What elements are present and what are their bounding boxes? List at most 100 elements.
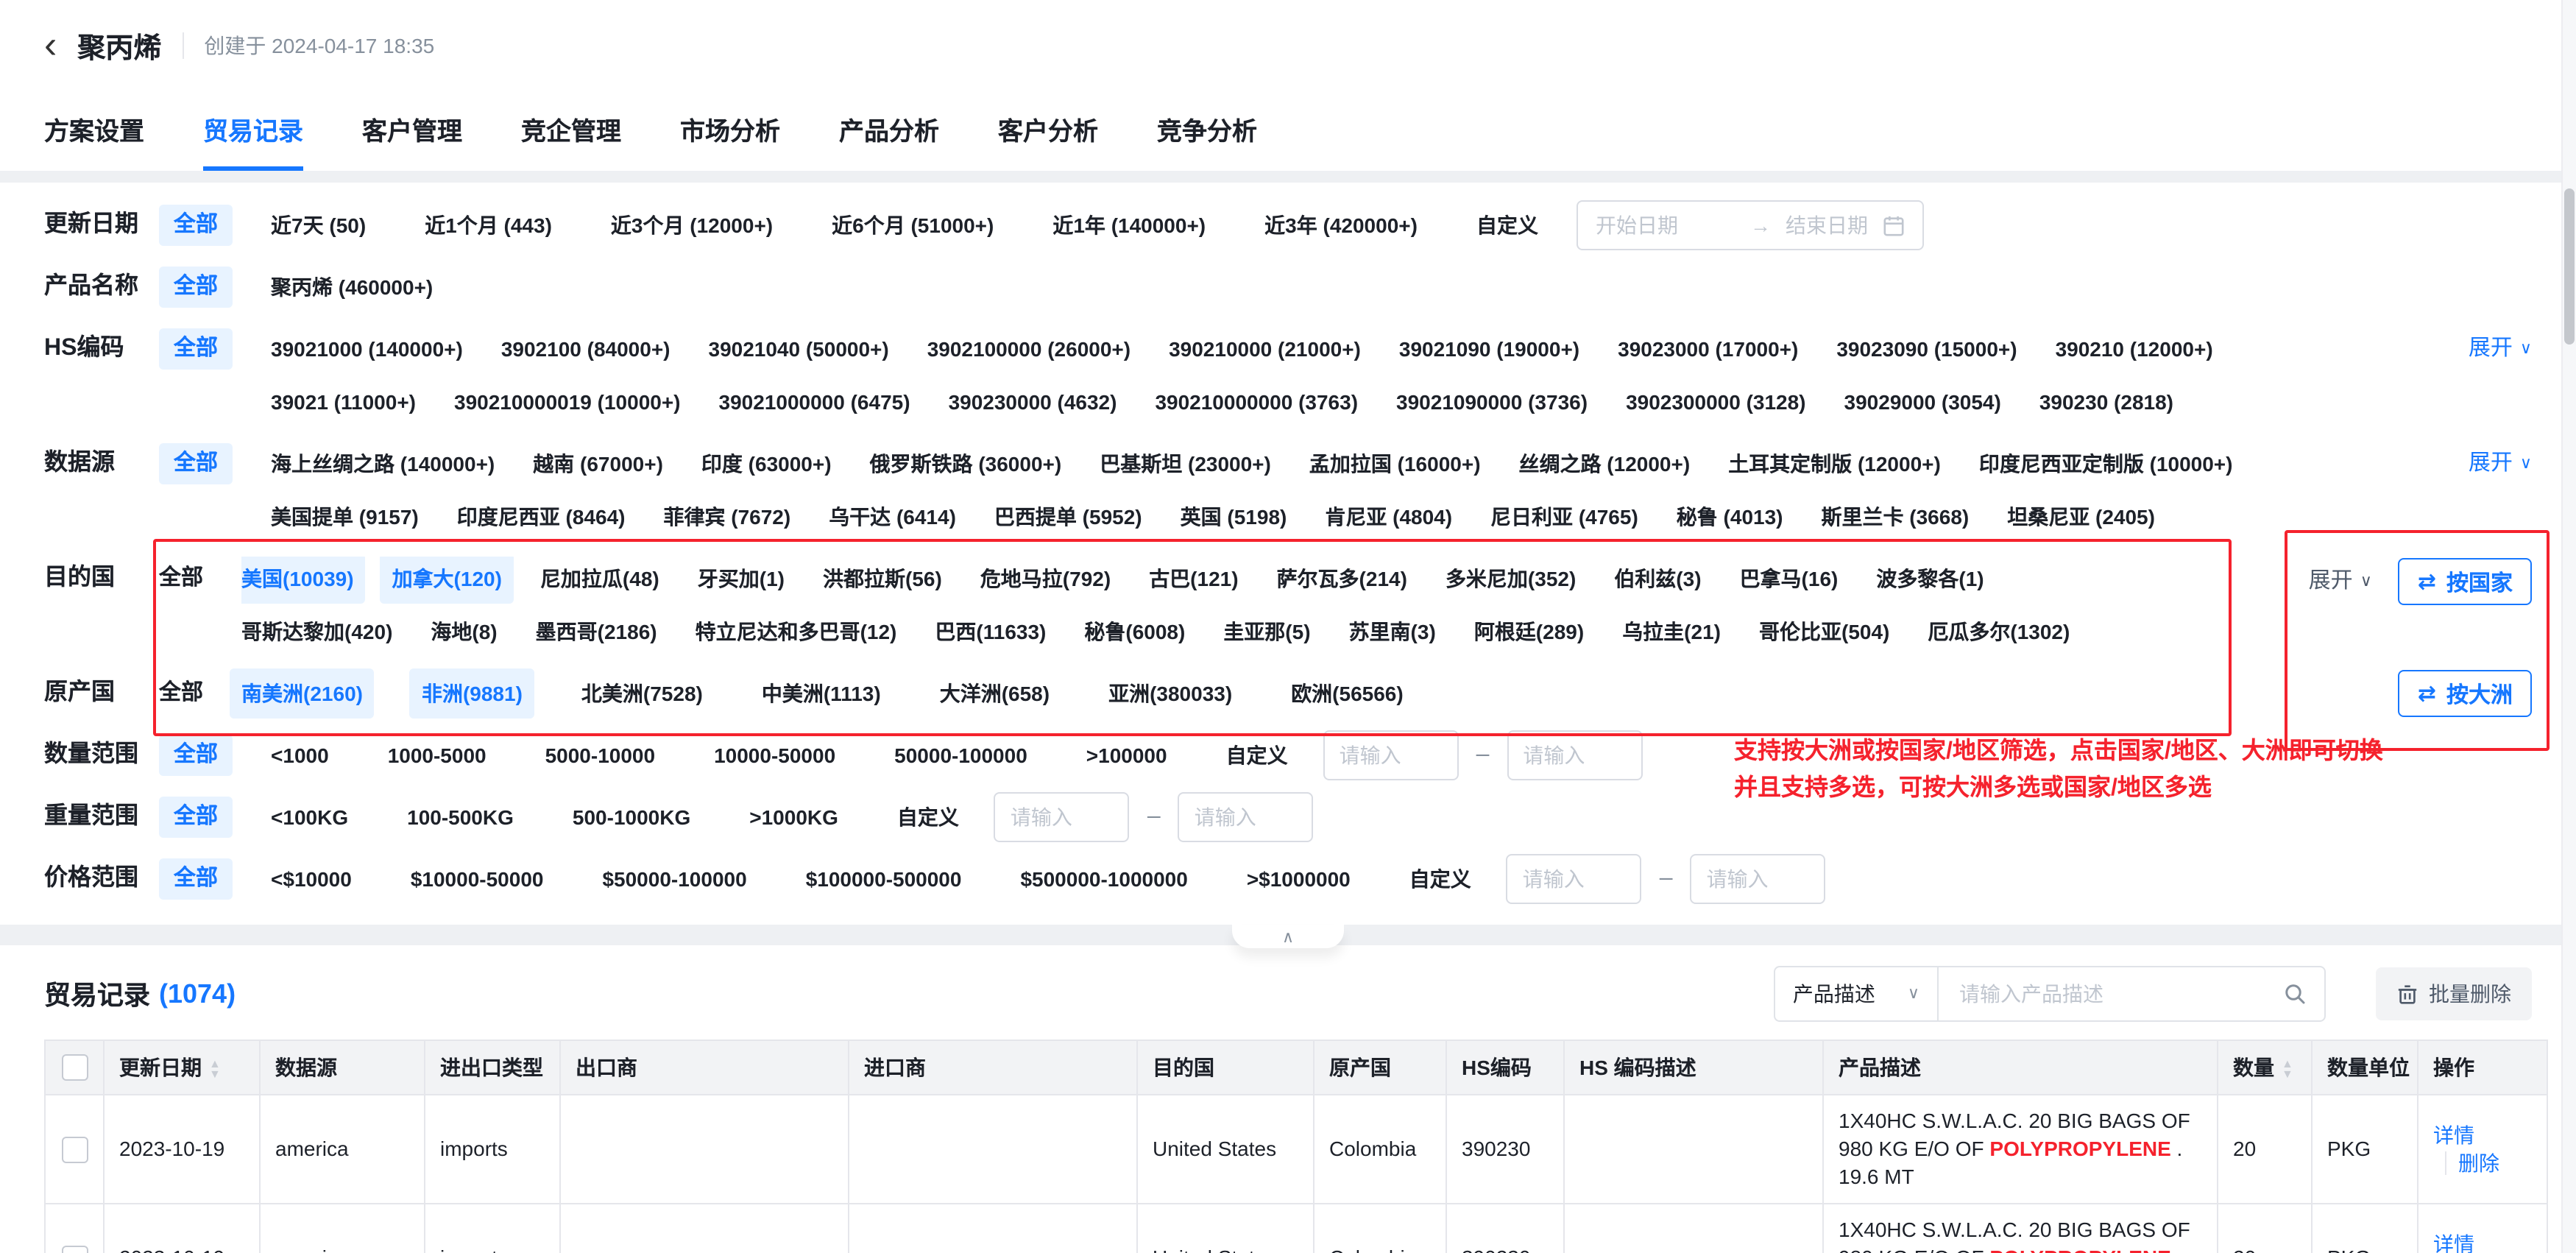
- filter-option[interactable]: <$10000: [271, 857, 352, 901]
- filter-option[interactable]: 500-1000KG: [573, 795, 690, 839]
- row-action-link[interactable]: 详情: [2433, 1123, 2474, 1146]
- country-option[interactable]: 苏里南(3): [1349, 610, 1436, 654]
- filter-option[interactable]: $500000-1000000: [1020, 857, 1187, 901]
- filter-option[interactable]: 50000-100000: [894, 733, 1027, 777]
- filter-by-continent-button[interactable]: ⇄ 按大洲: [2399, 670, 2532, 717]
- sort-icon[interactable]: ▲▼: [2282, 1059, 2293, 1080]
- filter-option[interactable]: 美国提单 (9157): [271, 495, 419, 539]
- filter-option[interactable]: 390210 (12000+): [2056, 327, 2213, 371]
- scrollbar-thumb[interactable]: [2564, 188, 2575, 345]
- filter-option[interactable]: <1000: [271, 733, 329, 777]
- country-option[interactable]: 巴拿马(16): [1740, 557, 1839, 601]
- product-description-search-input[interactable]: [1956, 981, 2283, 1007]
- country-option[interactable]: 加拿大(120): [381, 557, 514, 604]
- filter-option[interactable]: $10000-50000: [411, 857, 544, 901]
- filter-option[interactable]: 390210000 (21000+): [1169, 327, 1361, 371]
- country-option[interactable]: 厄瓜多尔(1302): [1928, 610, 2070, 654]
- filter-option[interactable]: 39021040 (50000+): [709, 327, 889, 371]
- weight-min-input[interactable]: [994, 792, 1130, 842]
- filter-option[interactable]: 39021000000 (6475): [719, 380, 910, 424]
- filter-option[interactable]: 海上丝绸之路 (140000+): [271, 442, 495, 486]
- country-option[interactable]: 巴西(11633): [935, 610, 1046, 654]
- filter-option[interactable]: 聚丙烯 (460000+): [271, 265, 433, 309]
- filter-option[interactable]: 3902300000 (3128): [1626, 380, 1805, 424]
- filter-by-country-button[interactable]: ⇄ 按国家: [2399, 558, 2532, 605]
- country-option[interactable]: 海地(8): [431, 610, 497, 654]
- country-option[interactable]: 尼加拉瓜(48): [540, 557, 659, 601]
- filter-option[interactable]: 印度 (63000+): [701, 442, 832, 486]
- filter-option[interactable]: 自定义: [1409, 857, 1471, 901]
- filter-all-chip[interactable]: 全部: [159, 205, 233, 246]
- row-action-link[interactable]: 删除: [2445, 1151, 2499, 1174]
- filter-option[interactable]: 肯尼亚 (4804): [1325, 495, 1452, 539]
- tab[interactable]: 客户分析: [998, 91, 1098, 171]
- filter-option[interactable]: <100KG: [271, 795, 348, 839]
- filter-all-chip[interactable]: 全部: [159, 267, 233, 308]
- row-checkbox[interactable]: [61, 1137, 88, 1163]
- filter-all-chip[interactable]: 全部: [159, 328, 233, 370]
- filter-option[interactable]: 菲律宾 (7672): [663, 495, 790, 539]
- tab[interactable]: 客户管理: [362, 91, 462, 171]
- filter-option[interactable]: 5000-10000: [545, 733, 656, 777]
- filter-option[interactable]: 自定义: [897, 795, 959, 839]
- filter-option[interactable]: 390210000000 (3763): [1155, 380, 1358, 424]
- country-option[interactable]: 墨西哥(2186): [536, 610, 657, 654]
- filter-option[interactable]: 巴基斯坦 (23000+): [1100, 442, 1271, 486]
- filter-option[interactable]: 1000-5000: [388, 733, 486, 777]
- description-type-select[interactable]: 产品描述 ∨: [1775, 967, 1939, 1020]
- country-option[interactable]: 哥斯达黎加(420): [241, 610, 392, 654]
- country-option[interactable]: 古巴(121): [1149, 557, 1238, 601]
- country-option[interactable]: 危地马拉(792): [980, 557, 1111, 601]
- filter-option[interactable]: 39023000 (17000+): [1618, 327, 1798, 371]
- country-option[interactable]: 秘鲁(6008): [1084, 610, 1185, 654]
- search-icon[interactable]: [2283, 982, 2307, 1006]
- expand-data-source-button[interactable]: 展开 ∨: [2469, 442, 2532, 486]
- filter-option[interactable]: 近1年 (140000+): [1052, 203, 1206, 247]
- country-option[interactable]: 阿根廷(289): [1474, 610, 1584, 654]
- filter-all-chip[interactable]: 全部: [159, 443, 233, 484]
- filter-all-option[interactable]: 全部: [159, 671, 203, 716]
- tab[interactable]: 方案设置: [44, 91, 144, 171]
- filter-option[interactable]: 390230 (2818): [2039, 380, 2173, 424]
- filter-option[interactable]: 斯里兰卡 (3668): [1822, 495, 1970, 539]
- filter-option[interactable]: 3902100000 (26000+): [927, 327, 1130, 371]
- country-option[interactable]: 波多黎各(1): [1876, 557, 1984, 601]
- filter-option[interactable]: 39021090000 (3736): [1396, 380, 1588, 424]
- continent-option[interactable]: 大洋洲(658): [940, 671, 1050, 716]
- filter-option[interactable]: 39021000 (140000+): [271, 327, 463, 371]
- filter-option[interactable]: 乌干达 (6414): [829, 495, 956, 539]
- back-icon[interactable]: ‹: [44, 24, 57, 63]
- expand-destination-button[interactable]: 展开 ∨: [2309, 560, 2372, 604]
- filter-option[interactable]: >$1000000: [1247, 857, 1351, 901]
- column-header[interactable]: 数量▲▼: [2218, 1040, 2312, 1095]
- filter-option[interactable]: 巴西提单 (5952): [994, 495, 1142, 539]
- column-header[interactable]: 更新日期▲▼: [104, 1040, 260, 1095]
- filter-all-chip[interactable]: 全部: [159, 797, 233, 838]
- weight-max-input[interactable]: [1178, 792, 1314, 842]
- price-min-input[interactable]: [1507, 854, 1642, 904]
- filter-option[interactable]: 390210000019 (10000+): [454, 380, 681, 424]
- country-option[interactable]: 牙买加(1): [698, 557, 785, 601]
- filter-option[interactable]: 3902100 (84000+): [501, 327, 670, 371]
- filter-option[interactable]: $100000-500000: [806, 857, 962, 901]
- filter-option[interactable]: 39023090 (15000+): [1836, 327, 2017, 371]
- tab[interactable]: 产品分析: [839, 91, 939, 171]
- collapse-filters-button[interactable]: ∧: [1232, 925, 1344, 948]
- filter-option[interactable]: $50000-100000: [602, 857, 746, 901]
- batch-delete-button[interactable]: 批量删除: [2376, 967, 2532, 1020]
- row-checkbox[interactable]: [61, 1246, 88, 1253]
- filter-option[interactable]: 10000-50000: [714, 733, 835, 777]
- country-option[interactable]: 乌拉圭(21): [1622, 610, 1721, 654]
- filter-option[interactable]: 英国 (5198): [1181, 495, 1287, 539]
- quantity-max-input[interactable]: [1507, 730, 1642, 780]
- country-option[interactable]: 哥伦比亚(504): [1759, 610, 1889, 654]
- filter-all-chip[interactable]: 全部: [159, 858, 233, 900]
- country-option[interactable]: 萨尔瓦多(214): [1277, 557, 1407, 601]
- filter-option[interactable]: 近7天 (50): [271, 203, 366, 247]
- price-max-input[interactable]: [1691, 854, 1826, 904]
- filter-option[interactable]: 土耳其定制版 (12000+): [1728, 442, 1941, 486]
- vertical-scrollbar[interactable]: [2561, 0, 2576, 1253]
- filter-option[interactable]: 390230000 (4632): [949, 380, 1117, 424]
- continent-option[interactable]: 非洲(9881): [410, 668, 534, 719]
- filter-option[interactable]: 39029000 (3054): [1844, 380, 2001, 424]
